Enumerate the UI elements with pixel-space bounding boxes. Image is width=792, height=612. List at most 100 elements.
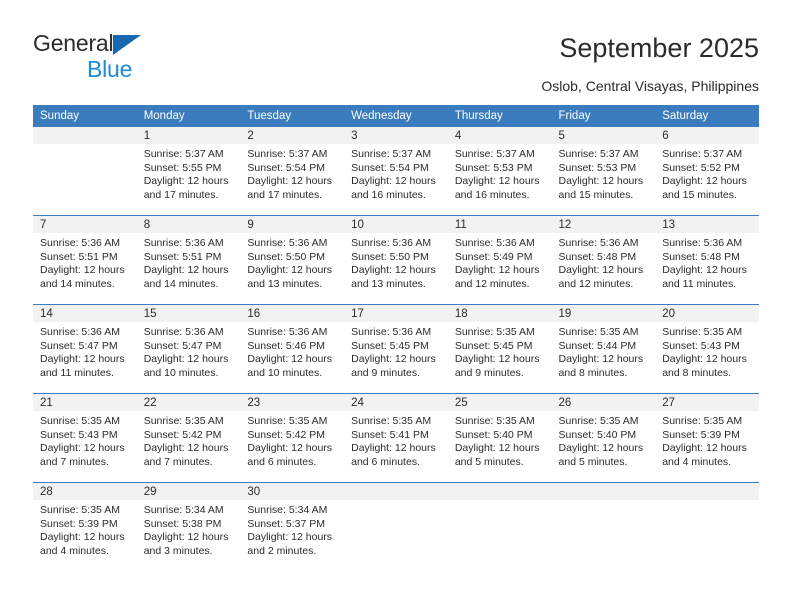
daylight-text-line1: Daylight: 12 hours [247, 264, 333, 277]
day-details: Sunrise: 5:34 AM Sunset: 5:37 PM Daylight:… [240, 500, 344, 558]
weekday-header-friday: Friday [551, 105, 656, 127]
calendar-day-cell[interactable]: 28 Sunrise: 5:35 AM Sunset: 5:39 PM Dayligh… [33, 483, 137, 571]
sunrise-text: Sunrise: 5:35 AM [662, 415, 743, 427]
calendar-day-cell[interactable]: 13 Sunrise: 5:36 AM Sunset: 5:48 PM Dayligh… [655, 216, 759, 304]
calendar-day-cell[interactable]: 12 Sunrise: 5:36 AM Sunset: 5:48 PM Dayligh… [551, 216, 656, 304]
sunset-text: Sunset: 5:45 PM [351, 339, 429, 352]
day-details: Sunrise: 5:36 AM Sunset: 5:51 PM Daylight:… [137, 233, 241, 291]
calendar-day-cell[interactable]: 15 Sunrise: 5:36 AM Sunset: 5:47 PM Dayligh… [136, 305, 241, 393]
day-number: 15 [136, 305, 241, 322]
sunrise-text: Sunrise: 5:35 AM [454, 415, 535, 427]
day-number: 12 [551, 216, 656, 233]
daylight-text-line1: Daylight: 12 hours [247, 175, 333, 188]
day-number: 16 [240, 305, 345, 322]
daylight-text-line1: Daylight: 12 hours [40, 442, 125, 455]
sunset-text: Sunset: 5:51 PM [40, 250, 118, 263]
day-details: Sunrise: 5:35 AM Sunset: 5:42 PM Daylight:… [240, 411, 344, 469]
calendar-day-cell[interactable]: 21 Sunrise: 5:35 AM Sunset: 5:43 PM Dayligh… [33, 394, 137, 482]
daylight-text-line2: and 3 minutes. [143, 544, 213, 557]
sunrise-text: Sunrise: 5:36 AM [351, 237, 432, 249]
daylight-text-line1: Daylight: 12 hours [247, 353, 333, 366]
calendar-day-cell[interactable]: 30 Sunrise: 5:34 AM Sunset: 5:37 PM Dayligh… [240, 483, 345, 571]
calendar-day-cell[interactable]: 4 Sunrise: 5:37 AM Sunset: 5:53 PM Daylight… [447, 127, 552, 215]
calendar-day-cell[interactable]: 16 Sunrise: 5:36 AM Sunset: 5:46 PM Dayligh… [240, 305, 345, 393]
daylight-text-line1: Daylight: 12 hours [662, 264, 747, 277]
day-details: Sunrise: 5:36 AM Sunset: 5:48 PM Daylight:… [552, 233, 656, 291]
sunrise-text: Sunrise: 5:37 AM [558, 148, 639, 160]
calendar-day-cell[interactable]: 17 Sunrise: 5:36 AM Sunset: 5:45 PM Dayligh… [344, 305, 448, 393]
calendar-day-cell[interactable]: 27 Sunrise: 5:35 AM Sunset: 5:39 PM Dayligh… [655, 394, 759, 482]
calendar-day-cell[interactable]: 19 Sunrise: 5:35 AM Sunset: 5:44 PM Dayligh… [551, 305, 656, 393]
daylight-text-line2: and 11 minutes. [40, 366, 114, 379]
calendar-day-cell[interactable]: 9 Sunrise: 5:36 AM Sunset: 5:50 PM Daylight… [240, 216, 345, 304]
day-number: 2 [240, 127, 345, 144]
calendar-cell-empty [344, 482, 448, 571]
sunrise-text: Sunrise: 5:36 AM [558, 237, 639, 249]
calendar-day-cell[interactable]: 18 Sunrise: 5:35 AM Sunset: 5:45 PM Dayligh… [447, 305, 552, 393]
day-details: Sunrise: 5:36 AM Sunset: 5:46 PM Daylight:… [240, 322, 344, 380]
sunset-text: Sunset: 5:39 PM [40, 517, 118, 530]
day-details: Sunrise: 5:37 AM Sunset: 5:53 PM Daylight:… [552, 144, 656, 202]
day-details: Sunrise: 5:35 AM Sunset: 5:42 PM Daylight:… [137, 411, 241, 469]
sunrise-text: Sunrise: 5:36 AM [351, 326, 432, 338]
calendar-header-row: Sunday Monday Tuesday Wednesday Thursday Frid… [33, 105, 759, 127]
day-number: 6 [655, 127, 759, 144]
day-number: 18 [447, 305, 552, 322]
calendar-cell-empty [551, 482, 656, 571]
day-number: 10 [344, 216, 448, 233]
daylight-text-line1: Daylight: 12 hours [247, 442, 333, 455]
daylight-text-line1: Daylight: 12 hours [454, 442, 540, 455]
calendar-cell-1: 1 Sunrise: 5:37 AM Sunset: 5:55 PM Daylight… [136, 127, 241, 216]
calendar-day-cell[interactable]: 23 Sunrise: 5:35 AM Sunset: 5:42 PM Dayligh… [240, 394, 345, 482]
calendar-day-cell[interactable]: 26 Sunrise: 5:35 AM Sunset: 5:40 PM Dayligh… [551, 394, 656, 482]
calendar-cell-16: 16 Sunrise: 5:36 AM Sunset: 5:46 PM Dayligh… [240, 304, 345, 394]
daylight-text-line1: Daylight: 12 hours [454, 175, 540, 188]
calendar-page: General Blue September 2025 Oslob, Centr… [0, 0, 792, 612]
day-details: Sunrise: 5:35 AM Sunset: 5:40 PM Daylight:… [448, 411, 552, 469]
calendar-day-cell[interactable]: 20 Sunrise: 5:35 AM Sunset: 5:43 PM Dayligh… [655, 305, 759, 393]
daylight-text-line1: Daylight: 12 hours [40, 264, 125, 277]
sunrise-text: Sunrise: 5:34 AM [247, 504, 328, 516]
day-number-empty [344, 483, 448, 500]
calendar-cell-empty [655, 483, 759, 571]
calendar-cell-22: 22 Sunrise: 5:35 AM Sunset: 5:42 PM Dayligh… [136, 393, 241, 483]
sunset-text: Sunset: 5:54 PM [247, 161, 326, 174]
calendar-day-cell[interactable]: 14 Sunrise: 5:36 AM Sunset: 5:47 PM Dayligh… [33, 305, 137, 393]
day-number: 24 [344, 394, 448, 411]
sunset-text: Sunset: 5:46 PM [247, 339, 326, 352]
calendar-day-cell[interactable]: 10 Sunrise: 5:36 AM Sunset: 5:50 PM Dayligh… [344, 216, 448, 304]
calendar-day-cell[interactable]: 6 Sunrise: 5:37 AM Sunset: 5:52 PM Daylight… [655, 127, 759, 215]
daylight-text-line2: and 14 minutes. [143, 277, 219, 290]
calendar-day-cell[interactable]: 25 Sunrise: 5:35 AM Sunset: 5:40 PM Dayligh… [447, 394, 552, 482]
calendar-day-cell[interactable]: 22 Sunrise: 5:35 AM Sunset: 5:42 PM Dayligh… [136, 394, 241, 482]
daylight-text-line1: Daylight: 12 hours [143, 442, 229, 455]
calendar-day-cell[interactable]: 7 Sunrise: 5:36 AM Sunset: 5:51 PM Daylight… [33, 216, 137, 304]
day-details: Sunrise: 5:35 AM Sunset: 5:43 PM Daylight:… [655, 322, 759, 380]
calendar-day-cell[interactable]: 8 Sunrise: 5:36 AM Sunset: 5:51 PM Daylight… [136, 216, 241, 304]
calendar-day-cell[interactable]: 5 Sunrise: 5:37 AM Sunset: 5:53 PM Daylight… [551, 127, 656, 215]
calendar-day-cell[interactable]: 2 Sunrise: 5:37 AM Sunset: 5:54 PM Daylight… [240, 127, 345, 215]
general-blue-logo[interactable]: General Blue [33, 32, 243, 81]
calendar-day-cell[interactable]: 29 Sunrise: 5:34 AM Sunset: 5:38 PM Dayligh… [136, 483, 241, 571]
calendar-cell-18: 18 Sunrise: 5:35 AM Sunset: 5:45 PM Dayligh… [447, 304, 552, 394]
day-number-empty [33, 127, 137, 144]
calendar-day-cell[interactable]: 3 Sunrise: 5:37 AM Sunset: 5:54 PM Daylight… [344, 127, 448, 215]
day-details: Sunrise: 5:36 AM Sunset: 5:50 PM Daylight:… [344, 233, 448, 291]
day-details: Sunrise: 5:36 AM Sunset: 5:50 PM Daylight:… [240, 233, 344, 291]
calendar-cell-empty [447, 483, 552, 571]
day-details: Sunrise: 5:35 AM Sunset: 5:45 PM Daylight:… [448, 322, 552, 380]
day-details: Sunrise: 5:36 AM Sunset: 5:49 PM Daylight:… [448, 233, 552, 291]
calendar-day-cell[interactable]: 24 Sunrise: 5:35 AM Sunset: 5:41 PM Dayligh… [344, 394, 448, 482]
day-number: 4 [447, 127, 552, 144]
daylight-text-line1: Daylight: 12 hours [558, 442, 644, 455]
sunset-text: Sunset: 5:53 PM [558, 161, 637, 174]
calendar-cell-6: 6 Sunrise: 5:37 AM Sunset: 5:52 PM Daylight… [655, 127, 759, 216]
sunset-text: Sunset: 5:51 PM [143, 250, 222, 263]
calendar-day-cell[interactable]: 11 Sunrise: 5:36 AM Sunset: 5:49 PM Dayligh… [447, 216, 552, 304]
daylight-text-line1: Daylight: 12 hours [143, 264, 229, 277]
logo-line-general: General [33, 32, 243, 57]
day-number: 30 [240, 483, 345, 500]
sunset-text: Sunset: 5:48 PM [662, 250, 740, 263]
daylight-text-line2: and 13 minutes. [351, 277, 426, 290]
calendar-day-cell[interactable]: 1 Sunrise: 5:37 AM Sunset: 5:55 PM Daylight… [136, 127, 241, 215]
